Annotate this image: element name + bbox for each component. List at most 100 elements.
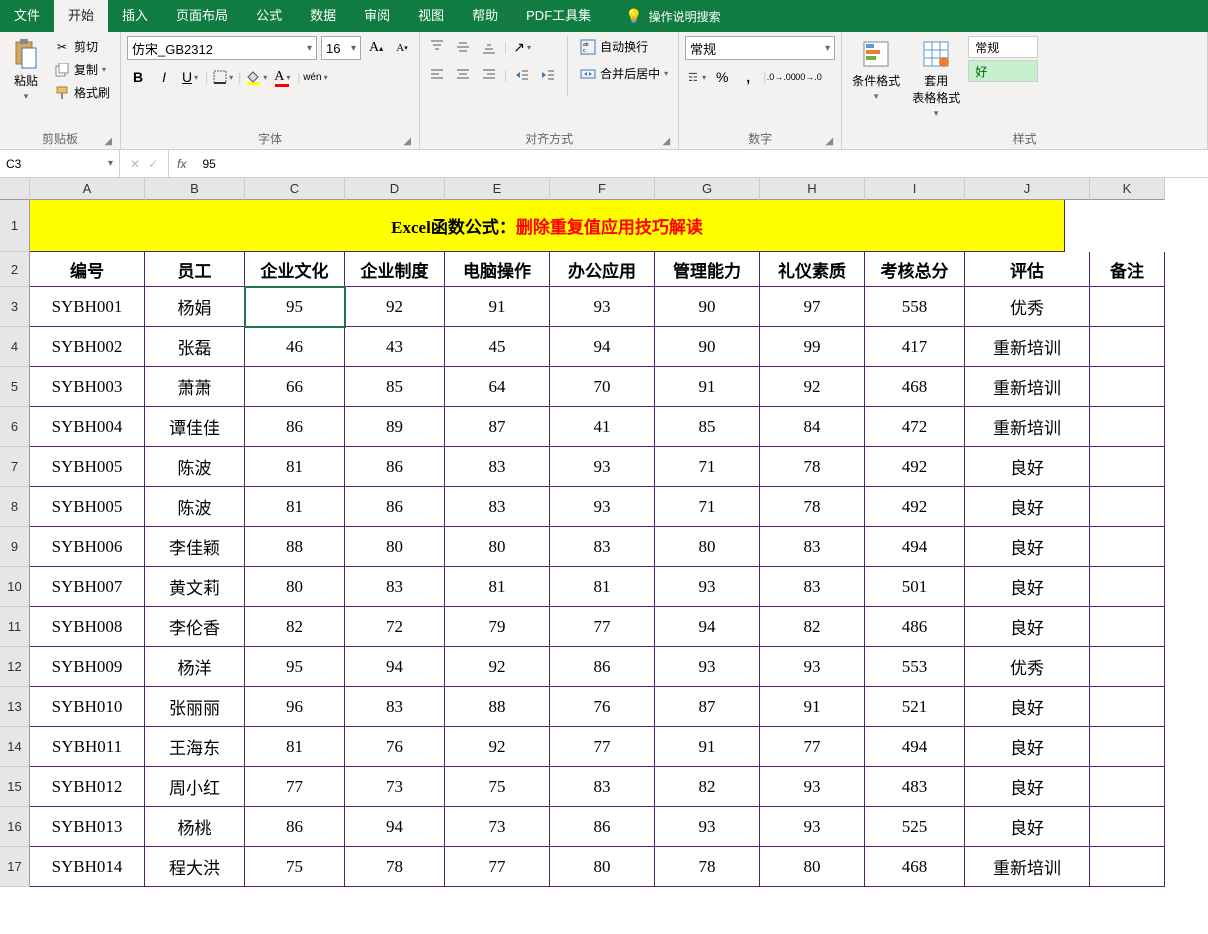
- row-header[interactable]: 14: [0, 727, 30, 767]
- fx-icon[interactable]: fx: [169, 157, 194, 171]
- table-header-cell[interactable]: 员工: [145, 252, 245, 287]
- data-cell[interactable]: 陈波: [145, 447, 245, 487]
- tab-help[interactable]: 帮助: [458, 0, 512, 32]
- data-cell[interactable]: 90: [655, 327, 760, 367]
- paste-button[interactable]: 粘贴 ▾: [6, 36, 46, 104]
- table-header-cell[interactable]: 评估: [965, 252, 1090, 287]
- data-cell[interactable]: 良好: [965, 527, 1090, 567]
- style-good[interactable]: 好: [968, 60, 1038, 82]
- data-cell[interactable]: [1090, 727, 1165, 767]
- data-cell[interactable]: 85: [655, 407, 760, 447]
- data-cell[interactable]: 优秀: [965, 647, 1090, 687]
- tab-pdf[interactable]: PDF工具集: [512, 0, 605, 32]
- column-header[interactable]: H: [760, 178, 865, 200]
- data-cell[interactable]: 83: [760, 527, 865, 567]
- data-cell[interactable]: [1090, 327, 1165, 367]
- column-header[interactable]: J: [965, 178, 1090, 200]
- data-cell[interactable]: 87: [445, 407, 550, 447]
- data-cell[interactable]: 80: [445, 527, 550, 567]
- table-header-cell[interactable]: 礼仪素质: [760, 252, 865, 287]
- data-cell[interactable]: 81: [550, 567, 655, 607]
- column-header[interactable]: G: [655, 178, 760, 200]
- data-cell[interactable]: 553: [865, 647, 965, 687]
- data-cell[interactable]: 82: [655, 767, 760, 807]
- data-cell[interactable]: 良好: [965, 767, 1090, 807]
- data-cell[interactable]: 91: [655, 727, 760, 767]
- data-cell[interactable]: 88: [445, 687, 550, 727]
- row-header[interactable]: 9: [0, 527, 30, 567]
- data-cell[interactable]: 86: [345, 487, 445, 527]
- data-cell[interactable]: 87: [655, 687, 760, 727]
- align-bottom-button[interactable]: [478, 36, 500, 58]
- data-cell[interactable]: 483: [865, 767, 965, 807]
- table-header-cell[interactable]: 企业文化: [245, 252, 345, 287]
- data-cell[interactable]: 70: [550, 367, 655, 407]
- data-cell[interactable]: 96: [245, 687, 345, 727]
- data-cell[interactable]: 78: [655, 847, 760, 887]
- data-cell[interactable]: 89: [345, 407, 445, 447]
- orientation-button[interactable]: ↗: [511, 36, 533, 58]
- tab-view[interactable]: 视图: [404, 0, 458, 32]
- row-header[interactable]: 6: [0, 407, 30, 447]
- data-cell[interactable]: 79: [445, 607, 550, 647]
- data-cell[interactable]: 81: [245, 727, 345, 767]
- data-cell[interactable]: SYBH008: [30, 607, 145, 647]
- data-cell[interactable]: [1090, 687, 1165, 727]
- data-cell[interactable]: 86: [245, 407, 345, 447]
- data-cell[interactable]: 501: [865, 567, 965, 607]
- data-cell[interactable]: SYBH005: [30, 487, 145, 527]
- row-header[interactable]: 7: [0, 447, 30, 487]
- data-cell[interactable]: SYBH014: [30, 847, 145, 887]
- data-cell[interactable]: 521: [865, 687, 965, 727]
- data-cell[interactable]: 71: [655, 447, 760, 487]
- data-cell[interactable]: SYBH006: [30, 527, 145, 567]
- copy-button[interactable]: 复制 ▾: [50, 59, 114, 80]
- title-cell[interactable]: Excel函数公式：删除重复值应用技巧解读: [30, 200, 1065, 252]
- data-cell[interactable]: 86: [550, 647, 655, 687]
- data-cell[interactable]: SYBH011: [30, 727, 145, 767]
- table-header-cell[interactable]: 考核总分: [865, 252, 965, 287]
- font-color-button[interactable]: A: [271, 66, 293, 88]
- enter-icon[interactable]: ✓: [148, 157, 158, 171]
- data-cell[interactable]: 94: [345, 807, 445, 847]
- data-cell[interactable]: 83: [550, 767, 655, 807]
- percent-button[interactable]: %: [711, 66, 733, 88]
- data-cell[interactable]: 73: [345, 767, 445, 807]
- decrease-font-button[interactable]: A▾: [391, 37, 413, 59]
- table-header-cell[interactable]: 企业制度: [345, 252, 445, 287]
- data-cell[interactable]: 95: [245, 647, 345, 687]
- data-cell[interactable]: SYBH002: [30, 327, 145, 367]
- data-cell[interactable]: 97: [760, 287, 865, 327]
- dialog-launcher-icon[interactable]: ◢: [825, 136, 833, 147]
- table-header-cell[interactable]: 备注: [1090, 252, 1165, 287]
- data-cell[interactable]: 良好: [965, 607, 1090, 647]
- column-header[interactable]: C: [245, 178, 345, 200]
- data-cell[interactable]: 80: [245, 567, 345, 607]
- font-size-combo[interactable]: 16▾: [321, 36, 361, 60]
- data-cell[interactable]: 91: [445, 287, 550, 327]
- column-header[interactable]: D: [345, 178, 445, 200]
- table-header-cell[interactable]: 管理能力: [655, 252, 760, 287]
- data-cell[interactable]: 73: [445, 807, 550, 847]
- data-cell[interactable]: 45: [445, 327, 550, 367]
- data-cell[interactable]: 468: [865, 847, 965, 887]
- pinyin-button[interactable]: wén: [304, 66, 326, 88]
- data-cell[interactable]: 杨洋: [145, 647, 245, 687]
- data-cell[interactable]: 77: [760, 727, 865, 767]
- increase-decimal-button[interactable]: .0→.00: [770, 66, 792, 88]
- data-cell[interactable]: 93: [550, 487, 655, 527]
- data-cell[interactable]: [1090, 767, 1165, 807]
- data-cell[interactable]: 83: [550, 527, 655, 567]
- data-cell[interactable]: 417: [865, 327, 965, 367]
- data-cell[interactable]: 80: [760, 847, 865, 887]
- data-cell[interactable]: SYBH010: [30, 687, 145, 727]
- tab-home[interactable]: 开始: [54, 0, 108, 32]
- tab-data[interactable]: 数据: [296, 0, 350, 32]
- data-cell[interactable]: 82: [760, 607, 865, 647]
- data-cell[interactable]: 程大洪: [145, 847, 245, 887]
- data-cell[interactable]: 86: [345, 447, 445, 487]
- data-cell[interactable]: 良好: [965, 567, 1090, 607]
- data-cell[interactable]: [1090, 447, 1165, 487]
- data-cell[interactable]: 77: [445, 847, 550, 887]
- data-cell[interactable]: 46: [245, 327, 345, 367]
